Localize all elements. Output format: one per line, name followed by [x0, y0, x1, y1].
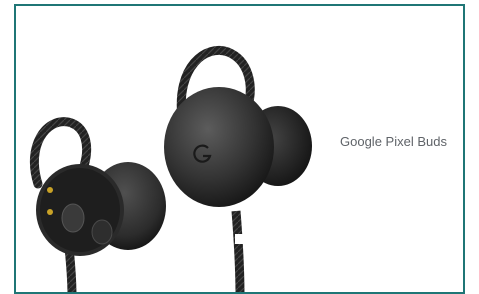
- right-bud-body: [164, 87, 274, 207]
- cord-white-highlight: [235, 234, 243, 244]
- product-name-label: Google Pixel Buds: [340, 134, 447, 149]
- product-card: Google Pixel Buds: [14, 4, 465, 294]
- earbuds-photo: [29, 46, 312, 292]
- right-bud-down-cord: [231, 210, 245, 292]
- sensor-pad: [61, 203, 85, 233]
- charging-contact-bottom: [47, 209, 53, 215]
- speaker-mesh: [91, 219, 113, 245]
- charging-contact-top: [47, 187, 53, 193]
